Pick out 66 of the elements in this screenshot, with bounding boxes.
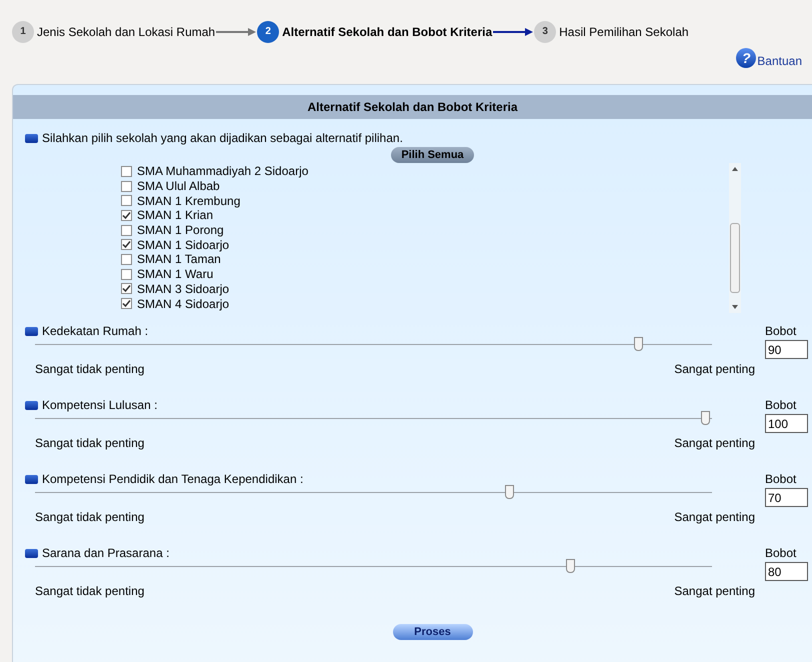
- weight-label: Bobot: [765, 397, 798, 414]
- max-label: Sangat penting: [674, 583, 755, 600]
- panel-title: Alternatif Sekolah dan Bobot Kriteria: [13, 95, 812, 119]
- step-number: 3: [534, 20, 556, 42]
- weight-field[interactable]: 80: [765, 562, 808, 581]
- slider-thumb[interactable]: [634, 337, 643, 351]
- bullet-icon: [25, 548, 38, 558]
- max-label: Sangat penting: [674, 435, 755, 452]
- checkbox[interactable]: [121, 180, 132, 192]
- bullet-icon: [25, 326, 38, 336]
- bullet-icon: [25, 134, 38, 142]
- checkbox[interactable]: [121, 254, 132, 265]
- arrow-icon: [216, 26, 256, 36]
- criterion-label: Kompetensi Pendidik dan Tenaga Kependidikan :: [42, 471, 304, 488]
- step-number: 1: [12, 20, 34, 42]
- min-label: Sangat tidak penting: [35, 583, 144, 600]
- slider-thumb[interactable]: [566, 559, 575, 573]
- max-label: Sangat penting: [674, 361, 755, 378]
- checkbox[interactable]: [121, 239, 132, 250]
- checkbox[interactable]: [121, 283, 132, 294]
- step-number: 2: [257, 20, 280, 42]
- bullet-icon: [25, 400, 38, 410]
- process-button[interactable]: Proses: [392, 624, 472, 640]
- slider-thumb[interactable]: [701, 411, 710, 425]
- criterion-label: Kompetensi Lulusan :: [42, 397, 158, 414]
- weight-label: Bobot: [765, 545, 798, 562]
- scrollbar[interactable]: [729, 163, 741, 313]
- slider-thumb[interactable]: [504, 485, 514, 499]
- checkbox[interactable]: [121, 210, 132, 221]
- step-label[interactable]: Alternatif Sekolah dan Bobot Kriteria: [282, 22, 492, 40]
- step-label[interactable]: Jenis Sekolah dan Lokasi Rumah: [37, 22, 216, 40]
- instruction-text: Silahkan pilih sekolah yang akan dijadikan sebagai alternatif pilihan.: [42, 130, 403, 147]
- school-name: SMAN 1 Krian: [137, 208, 214, 222]
- bullet-icon: [25, 474, 38, 484]
- criterion-label: Sarana dan Prasarana :: [42, 545, 170, 562]
- step-label[interactable]: Hasil Pemilihan Sekolah: [559, 22, 689, 40]
- arrow-icon: [493, 26, 534, 36]
- help-link[interactable]: Bantuan: [757, 52, 802, 70]
- criterion-label: Kedekatan Rumah :: [42, 323, 148, 340]
- checkbox[interactable]: [121, 298, 132, 310]
- school-name: SMAN 1 Porong: [137, 223, 224, 238]
- scroll-up-icon[interactable]: [732, 167, 738, 171]
- help-icon[interactable]: ?: [736, 48, 756, 68]
- weight-label: Bobot: [765, 471, 798, 488]
- weight-label: Bobot: [765, 323, 798, 340]
- school-name: SMAN 1 Taman: [137, 252, 221, 266]
- weight-field[interactable]: 90: [765, 340, 808, 359]
- school-name: SMAN 1 Waru: [137, 267, 214, 282]
- checkbox[interactable]: [121, 268, 132, 280]
- weight-field[interactable]: 100: [765, 414, 808, 433]
- select-all-button[interactable]: Pilih Semua: [391, 147, 474, 163]
- min-label: Sangat tidak penting: [35, 435, 144, 452]
- checkbox[interactable]: [121, 166, 132, 177]
- min-label: Sangat tidak penting: [35, 361, 144, 378]
- school-name: SMA Muhammadiyah 2 Sidoarjo: [137, 164, 308, 178]
- min-label: Sangat tidak penting: [35, 509, 144, 526]
- max-label: Sangat penting: [674, 509, 755, 526]
- checkbox[interactable]: [121, 224, 132, 236]
- checkbox[interactable]: [121, 195, 132, 206]
- weight-field[interactable]: 70: [765, 488, 808, 507]
- school-name: SMA Ulul Albab: [137, 179, 220, 194]
- school-name: SMAN 1 Krembung: [137, 194, 240, 208]
- school-name: SMAN 1 Sidoarjo: [137, 238, 230, 252]
- scroll-down-icon[interactable]: [732, 305, 738, 309]
- school-name: SMAN 3 Sidoarjo: [137, 282, 230, 296]
- school-name: SMAN 4 Sidoarjo: [137, 296, 230, 311]
